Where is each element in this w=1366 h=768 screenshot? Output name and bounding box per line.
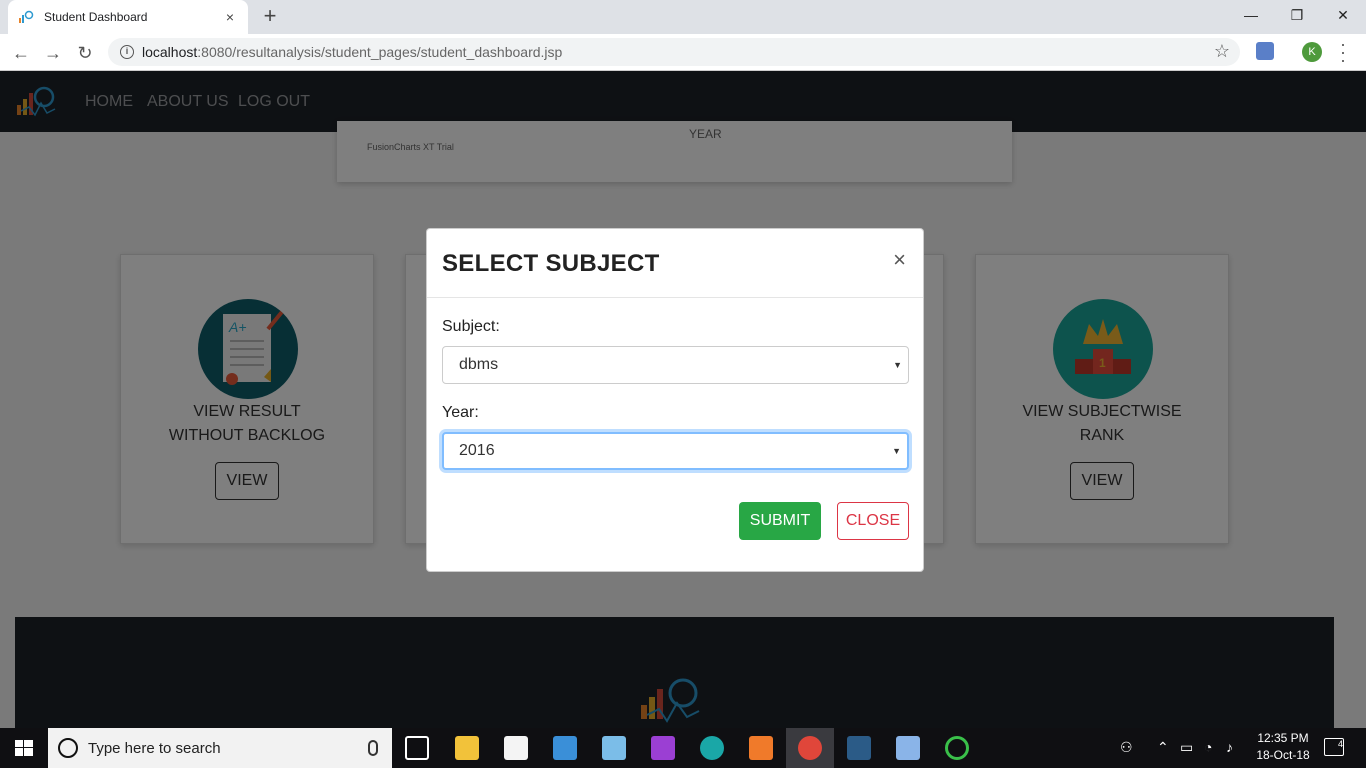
- year-select[interactable]: 2016 ▼: [442, 432, 909, 470]
- browser-tab[interactable]: Student Dashboard ×: [8, 0, 248, 34]
- app-icon[interactable]: [553, 736, 577, 760]
- profile-avatar[interactable]: K: [1302, 42, 1322, 62]
- taskbar-search-box[interactable]: Type here to search: [48, 728, 392, 768]
- volume-icon[interactable]: ♪: [1226, 739, 1233, 755]
- site-favicon-icon: [19, 10, 34, 23]
- window-minimize-button[interactable]: —: [1228, 0, 1274, 30]
- chevron-down-icon: ▼: [893, 360, 902, 370]
- tab-title: Student Dashboard: [44, 10, 148, 24]
- back-icon[interactable]: ←: [8, 40, 34, 66]
- clock-time: 12:35 PM: [1257, 731, 1309, 745]
- modal-header: SELECT SUBJECT ×: [427, 229, 923, 298]
- windows-start-icon[interactable]: [0, 728, 48, 768]
- modal-close-icon[interactable]: ×: [893, 248, 906, 272]
- submit-button[interactable]: SUBMIT: [739, 502, 821, 540]
- virtualbox-icon[interactable]: [896, 736, 920, 760]
- taskbar-clock[interactable]: 12:35 PM 18-Oct-18: [1248, 730, 1318, 764]
- notification-center-icon[interactable]: 4: [1324, 738, 1344, 756]
- url-host: localhost: [142, 44, 198, 60]
- year-select-value: 2016: [459, 442, 495, 459]
- file-explorer-icon[interactable]: [455, 736, 479, 760]
- chevron-down-icon: ▼: [892, 446, 901, 456]
- xampp-icon[interactable]: [749, 736, 773, 760]
- url-path: :8080/resultanalysis/student_pages/stude…: [197, 44, 563, 60]
- window-close-button[interactable]: ✕: [1320, 0, 1366, 30]
- arduino-icon[interactable]: [700, 736, 724, 760]
- mysql-workbench-icon[interactable]: [847, 736, 871, 760]
- window-restore-button[interactable]: ❐: [1274, 0, 1320, 30]
- notepad-icon[interactable]: [602, 736, 626, 760]
- new-tab-button[interactable]: +: [258, 4, 282, 28]
- info-icon[interactable]: i: [120, 45, 134, 59]
- taskbar-search-text: Type here to search: [88, 739, 221, 757]
- browser-tab-bar: Student Dashboard × + — ❐ ✕: [0, 0, 1366, 34]
- select-subject-modal: SELECT SUBJECT × Subject: dbms ▼ Year: 2…: [426, 228, 924, 572]
- store-icon[interactable]: [504, 736, 528, 760]
- subject-select[interactable]: dbms ▼: [442, 346, 909, 384]
- subject-label: Subject:: [442, 318, 500, 335]
- tab-close-icon[interactable]: ×: [222, 9, 238, 25]
- year-label: Year:: [442, 404, 479, 421]
- close-button[interactable]: CLOSE: [837, 502, 909, 540]
- bookmark-star-icon[interactable]: ☆: [1214, 41, 1230, 62]
- task-view-icon[interactable]: [405, 736, 429, 760]
- chrome-icon[interactable]: [798, 736, 822, 760]
- clock-date: 18-Oct-18: [1256, 748, 1310, 762]
- notification-count: 4: [1337, 739, 1343, 749]
- people-icon[interactable]: ⚇: [1120, 739, 1133, 756]
- modal-title: SELECT SUBJECT: [442, 250, 660, 277]
- reload-icon[interactable]: ↻: [72, 40, 98, 66]
- battery-icon[interactable]: ▭: [1180, 739, 1193, 756]
- windows-taskbar: Type here to search ⚇ ⌃ ▭ ◔ ♪ 12:35 PM 1…: [0, 728, 1366, 768]
- browser-toolbar: ← → ↻ i localhost :8080/resultanalysis/s…: [0, 34, 1366, 71]
- address-bar[interactable]: i localhost :8080/resultanalysis/student…: [108, 38, 1240, 66]
- cortana-icon: [58, 738, 78, 758]
- subject-select-value: dbms: [459, 356, 499, 373]
- loading-app-icon[interactable]: [945, 736, 969, 760]
- extension-cube-icon[interactable]: [1256, 42, 1274, 60]
- wifi-icon[interactable]: ◔: [1204, 739, 1212, 755]
- microphone-icon[interactable]: [368, 740, 378, 756]
- chevron-up-icon[interactable]: ⌃: [1157, 739, 1169, 756]
- phpstorm-icon[interactable]: [651, 736, 675, 760]
- browser-menu-icon[interactable]: · · ·: [1336, 35, 1350, 69]
- forward-icon[interactable]: →: [40, 40, 66, 66]
